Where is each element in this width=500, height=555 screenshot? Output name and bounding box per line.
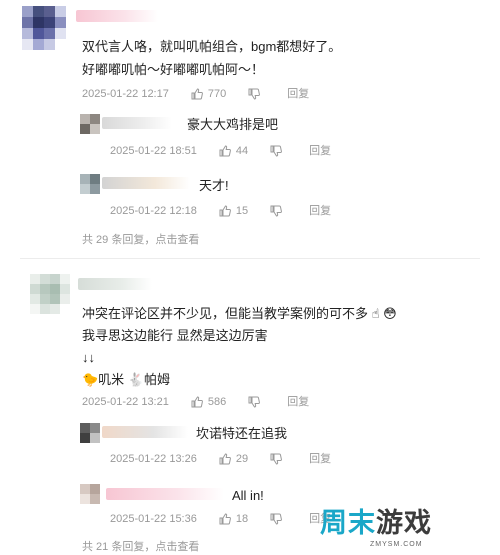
avatar[interactable]: [22, 6, 66, 50]
thumbs-down-icon: [248, 396, 261, 408]
reply-username[interactable]: [102, 426, 188, 438]
reply-button[interactable]: 回复: [287, 87, 309, 101]
thumbs-down-icon: [248, 88, 261, 100]
reply-avatar[interactable]: [80, 484, 100, 504]
comment-text-line: 我寻思这边能行 显然是这边厉害: [82, 328, 268, 343]
like-count: 15: [235, 205, 249, 217]
reply-date: 2025-01-22 12:18: [110, 205, 197, 217]
dislike-button[interactable]: [270, 145, 287, 157]
reply-text: 天才!: [199, 178, 229, 193]
dislike-button[interactable]: [248, 88, 265, 100]
dislike-button[interactable]: [270, 453, 287, 465]
reply-meta: 2025-01-22 15:36 18 回复: [110, 512, 331, 526]
avatar[interactable]: [30, 274, 70, 314]
thumbs-down-icon: [270, 205, 283, 217]
reply-button[interactable]: 回复: [309, 144, 331, 158]
like-count: 44: [235, 145, 249, 157]
comment-text-line: 🐤叽米 🐇帕姆: [82, 372, 170, 387]
thumbs-down-icon: [270, 145, 283, 157]
reply-date: 2025-01-22 13:26: [110, 453, 197, 465]
like-button[interactable]: 44: [219, 144, 248, 158]
thumbs-up-icon: [219, 145, 231, 157]
comment-meta: 2025-01-22 12:17 770 回复: [82, 87, 309, 101]
username[interactable]: [78, 278, 152, 290]
like-button[interactable]: 770: [191, 87, 226, 101]
reply-username[interactable]: [102, 117, 172, 129]
thumbs-up-icon: [191, 396, 203, 408]
comment-text-line: ↓↓: [82, 350, 95, 365]
divider: [20, 258, 480, 259]
comment-meta: 2025-01-22 13:21 586 回复: [82, 395, 309, 409]
comment-date: 2025-01-22 12:17: [82, 88, 169, 100]
reply-date: 2025-01-22 18:51: [110, 145, 197, 157]
comment-text-line: 冲突在评论区并不少见，但能当教学案例的可不多 ☝ 😳: [82, 306, 397, 321]
comment-text-line: 双代言人咯，就叫叽帕组合，bgm都想好了。: [82, 39, 342, 54]
reply-meta: 2025-01-22 12:18 15 回复: [110, 204, 331, 218]
username[interactable]: [76, 10, 158, 22]
comment-date: 2025-01-22 13:21: [82, 396, 169, 408]
like-button[interactable]: 29: [219, 452, 248, 466]
like-count: 18: [235, 513, 249, 525]
watermark-brand-a: 周末: [320, 508, 376, 538]
like-button[interactable]: 15: [219, 204, 248, 218]
thumbs-up-icon: [219, 205, 231, 217]
reply-avatar[interactable]: [80, 423, 100, 443]
watermark-url: ZMYSM.COM: [370, 541, 423, 548]
view-replies-link[interactable]: 共 21 条回复，点击查看: [82, 538, 199, 554]
view-replies-link[interactable]: 共 29 条回复，点击查看: [82, 231, 199, 247]
like-button[interactable]: 586: [191, 395, 226, 409]
like-button[interactable]: 18: [219, 512, 248, 526]
like-count: 770: [207, 88, 227, 100]
reply-avatar[interactable]: [80, 114, 100, 134]
reply-avatar[interactable]: [80, 174, 100, 194]
reply-username[interactable]: [102, 177, 190, 189]
thumbs-up-icon: [219, 453, 231, 465]
reply-date: 2025-01-22 15:36: [110, 513, 197, 525]
like-count: 29: [235, 453, 249, 465]
reply-meta: 2025-01-22 13:26 29 回复: [110, 452, 331, 466]
reply-username[interactable]: [106, 488, 224, 500]
reply-button[interactable]: 回复: [309, 204, 331, 218]
site-watermark-logo: 周末游戏 ZMYSM.COM: [320, 508, 492, 554]
comment-text-line: 好嘟嘟叽帕～好嘟嘟叽帕阿～！: [82, 62, 265, 77]
thumbs-up-icon: [191, 88, 203, 100]
reply-meta: 2025-01-22 18:51 44 回复: [110, 144, 331, 158]
like-count: 586: [207, 396, 227, 408]
dislike-button[interactable]: [248, 396, 265, 408]
reply-text: 坎诺特还在追我: [196, 426, 288, 441]
thumbs-down-icon: [270, 453, 283, 465]
thumbs-down-icon: [270, 513, 283, 525]
reply-text: 豪大大鸡排是吧: [187, 117, 279, 132]
thumbs-up-icon: [219, 513, 231, 525]
reply-button[interactable]: 回复: [309, 452, 331, 466]
dislike-button[interactable]: [270, 513, 287, 525]
dislike-button[interactable]: [270, 205, 287, 217]
watermark-brand-b: 游戏: [376, 508, 432, 538]
reply-text: All in!: [232, 488, 264, 503]
reply-button[interactable]: 回复: [287, 395, 309, 409]
